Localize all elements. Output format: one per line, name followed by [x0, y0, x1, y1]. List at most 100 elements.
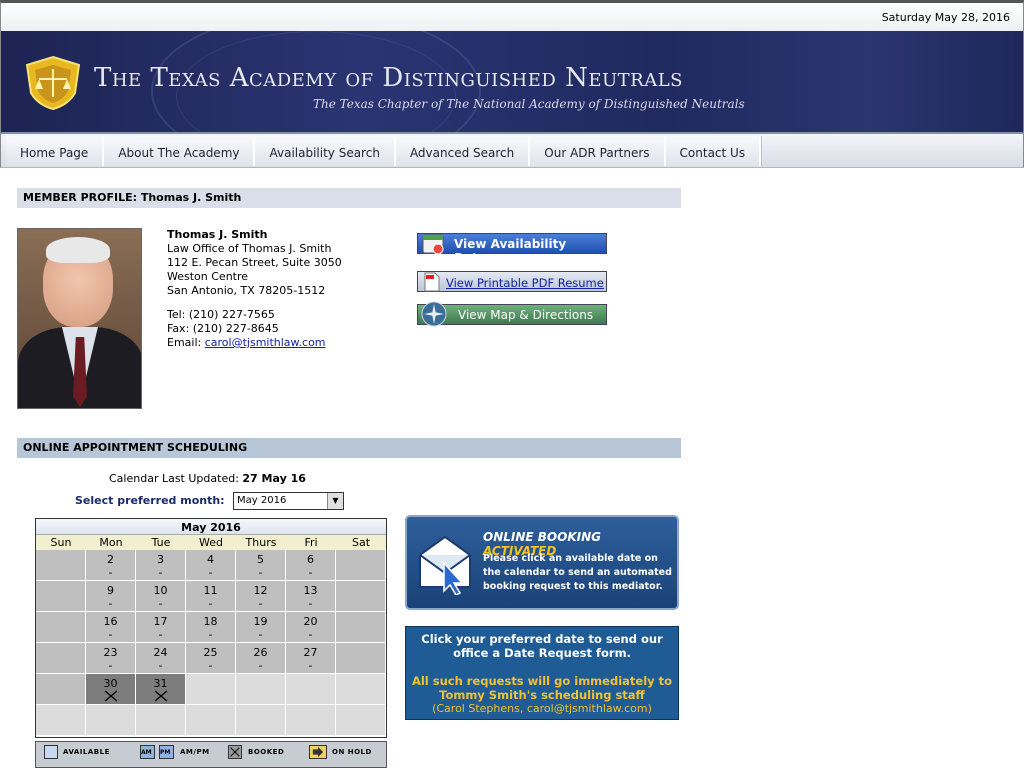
site-subtitle: The Texas Chapter of The National Academ…: [313, 97, 745, 111]
calendar-day[interactable]: 12-: [236, 581, 286, 612]
nav-availability-search[interactable]: Availability Search: [255, 136, 396, 166]
pm-swatch: PM: [159, 745, 174, 759]
legend-ampm: AM/PM: [180, 748, 210, 756]
day-status-mark: -: [308, 566, 313, 579]
calendar-empty-cell: [36, 581, 86, 612]
view-availability-label: View Availability Dates: [454, 237, 567, 265]
member-name: Thomas J. Smith: [167, 228, 268, 241]
info-line3: (Carol Stephens, carol@tjsmithlaw.com): [432, 702, 652, 715]
member-email-row: Email: carol@tjsmithlaw.com: [167, 336, 342, 350]
day-header: Sun: [50, 536, 72, 549]
day-header: Tue: [151, 536, 171, 549]
member-address-line2: Weston Centre: [167, 270, 249, 283]
calendar-day[interactable]: 11-: [186, 581, 236, 612]
calendar-empty-cell: [336, 612, 386, 643]
day-status-mark: -: [108, 628, 113, 641]
on-hold-icon: [309, 745, 327, 759]
calendar-day[interactable]: 6-: [286, 550, 336, 581]
day-status-mark: -: [158, 659, 163, 672]
nav-home-page[interactable]: Home Page: [6, 136, 105, 166]
map-directions-button[interactable]: View Map & Directions: [417, 301, 607, 327]
month-select-value: May 2016: [237, 495, 287, 506]
calendar-day[interactable]: 26-: [236, 643, 286, 674]
calendar-day[interactable]: 2-: [86, 550, 136, 581]
calendar-day[interactable]: 19-: [236, 612, 286, 643]
calendar-blank-cell: [36, 705, 86, 736]
calendar-blank-cell: [236, 705, 286, 736]
calendar-day-booked[interactable]: 31: [136, 674, 186, 705]
day-number: 30: [103, 677, 118, 690]
calendar-day[interactable]: 4-: [186, 550, 236, 581]
calendar-day[interactable]: 16-: [86, 612, 136, 643]
nav-about-the-academy[interactable]: About The Academy: [104, 136, 256, 166]
calendar-day-booked[interactable]: 30: [86, 674, 136, 705]
scheduling-header: ONLINE APPOINTMENT SCHEDULING: [17, 438, 681, 458]
view-availability-button[interactable]: View Availability Dates: [417, 233, 607, 265]
calendar-grid: 2-3-4-5-6-9-10-11-12-13-16-17-18-19-20-2…: [36, 550, 386, 736]
chevron-down-icon[interactable]: ▼: [327, 493, 343, 509]
calendar-day[interactable]: 9-: [86, 581, 136, 612]
booked-x-icon: [104, 690, 117, 702]
pdf-resume-button[interactable]: View Printable PDF Resume: [417, 271, 607, 292]
day-number: 17: [153, 615, 168, 628]
calendar-day[interactable]: 3-: [136, 550, 186, 581]
day-number: 6: [307, 553, 314, 566]
day-number: 10: [153, 584, 168, 597]
calendar-day[interactable]: 5-: [236, 550, 286, 581]
calendar-day[interactable]: 24-: [136, 643, 186, 674]
day-status-mark: -: [108, 659, 113, 672]
am-swatch: AM: [140, 745, 155, 759]
available-swatch: [44, 745, 58, 759]
legend-booked: BOOKED: [248, 748, 285, 756]
day-number: 25: [203, 646, 218, 659]
month-select[interactable]: May 2016 ▼: [233, 492, 344, 510]
nav-advanced-search[interactable]: Advanced Search: [395, 136, 531, 166]
main-nav: Home Page About The Academy Availability…: [0, 132, 1024, 168]
member-telephone: Tel: (210) 227-7565: [167, 308, 275, 321]
calendar-blank-cell: [186, 674, 236, 705]
calendar-blank-cell: [236, 674, 286, 705]
calendar-empty-cell: [36, 674, 86, 705]
legend-available: AVAILABLE: [63, 748, 110, 756]
day-number: 31: [153, 677, 168, 690]
day-status-mark: -: [208, 628, 213, 641]
day-number: 5: [257, 553, 264, 566]
day-status-mark: -: [308, 659, 313, 672]
calendar-day[interactable]: 10-: [136, 581, 186, 612]
calendar-day[interactable]: 27-: [286, 643, 336, 674]
day-number: 13: [303, 584, 318, 597]
day-number: 20: [303, 615, 318, 628]
calendar-day[interactable]: 17-: [136, 612, 186, 643]
info-line1: Click your preferred date to send our of…: [421, 632, 663, 660]
academy-shield-logo-icon[interactable]: [23, 55, 83, 111]
day-number: 24: [153, 646, 168, 659]
calendar-updated-value: 27 May 16: [242, 472, 306, 485]
calendar-day[interactable]: 13-: [286, 581, 336, 612]
legend-on-hold: ON HOLD: [332, 748, 372, 756]
pdf-resume-label: View Printable PDF Resume: [446, 276, 604, 290]
calendar-day[interactable]: 25-: [186, 643, 236, 674]
booked-x-icon: [154, 690, 167, 702]
member-profile-header: MEMBER PROFILE: Thomas J. Smith: [17, 188, 681, 208]
calendar-caption: May 2016: [36, 519, 386, 535]
day-number: 4: [207, 553, 214, 566]
day-number: 3: [157, 553, 164, 566]
day-status-mark: -: [308, 597, 313, 610]
calendar-day[interactable]: 20-: [286, 612, 336, 643]
calendar-day[interactable]: 23-: [86, 643, 136, 674]
nav-our-adr-partners[interactable]: Our ADR Partners: [530, 136, 666, 166]
member-address-line1: 112 E. Pecan Street, Suite 3050: [167, 256, 342, 269]
day-number: 16: [103, 615, 118, 628]
day-number: 11: [203, 584, 218, 597]
calendar-empty-cell: [36, 612, 86, 643]
calendar-day[interactable]: 18-: [186, 612, 236, 643]
calendar-last-updated: Calendar Last Updated: 27 May 16: [109, 472, 306, 485]
calendar-icon: [422, 234, 444, 255]
day-status-mark: -: [158, 566, 163, 579]
calendar-empty-cell: [36, 643, 86, 674]
calendar-blank-cell: [336, 674, 386, 705]
calendar-blank-cell: [286, 674, 336, 705]
member-email-link[interactable]: carol@tjsmithlaw.com: [205, 336, 326, 349]
day-status-mark: -: [258, 659, 263, 672]
nav-contact-us[interactable]: Contact Us: [665, 136, 762, 166]
